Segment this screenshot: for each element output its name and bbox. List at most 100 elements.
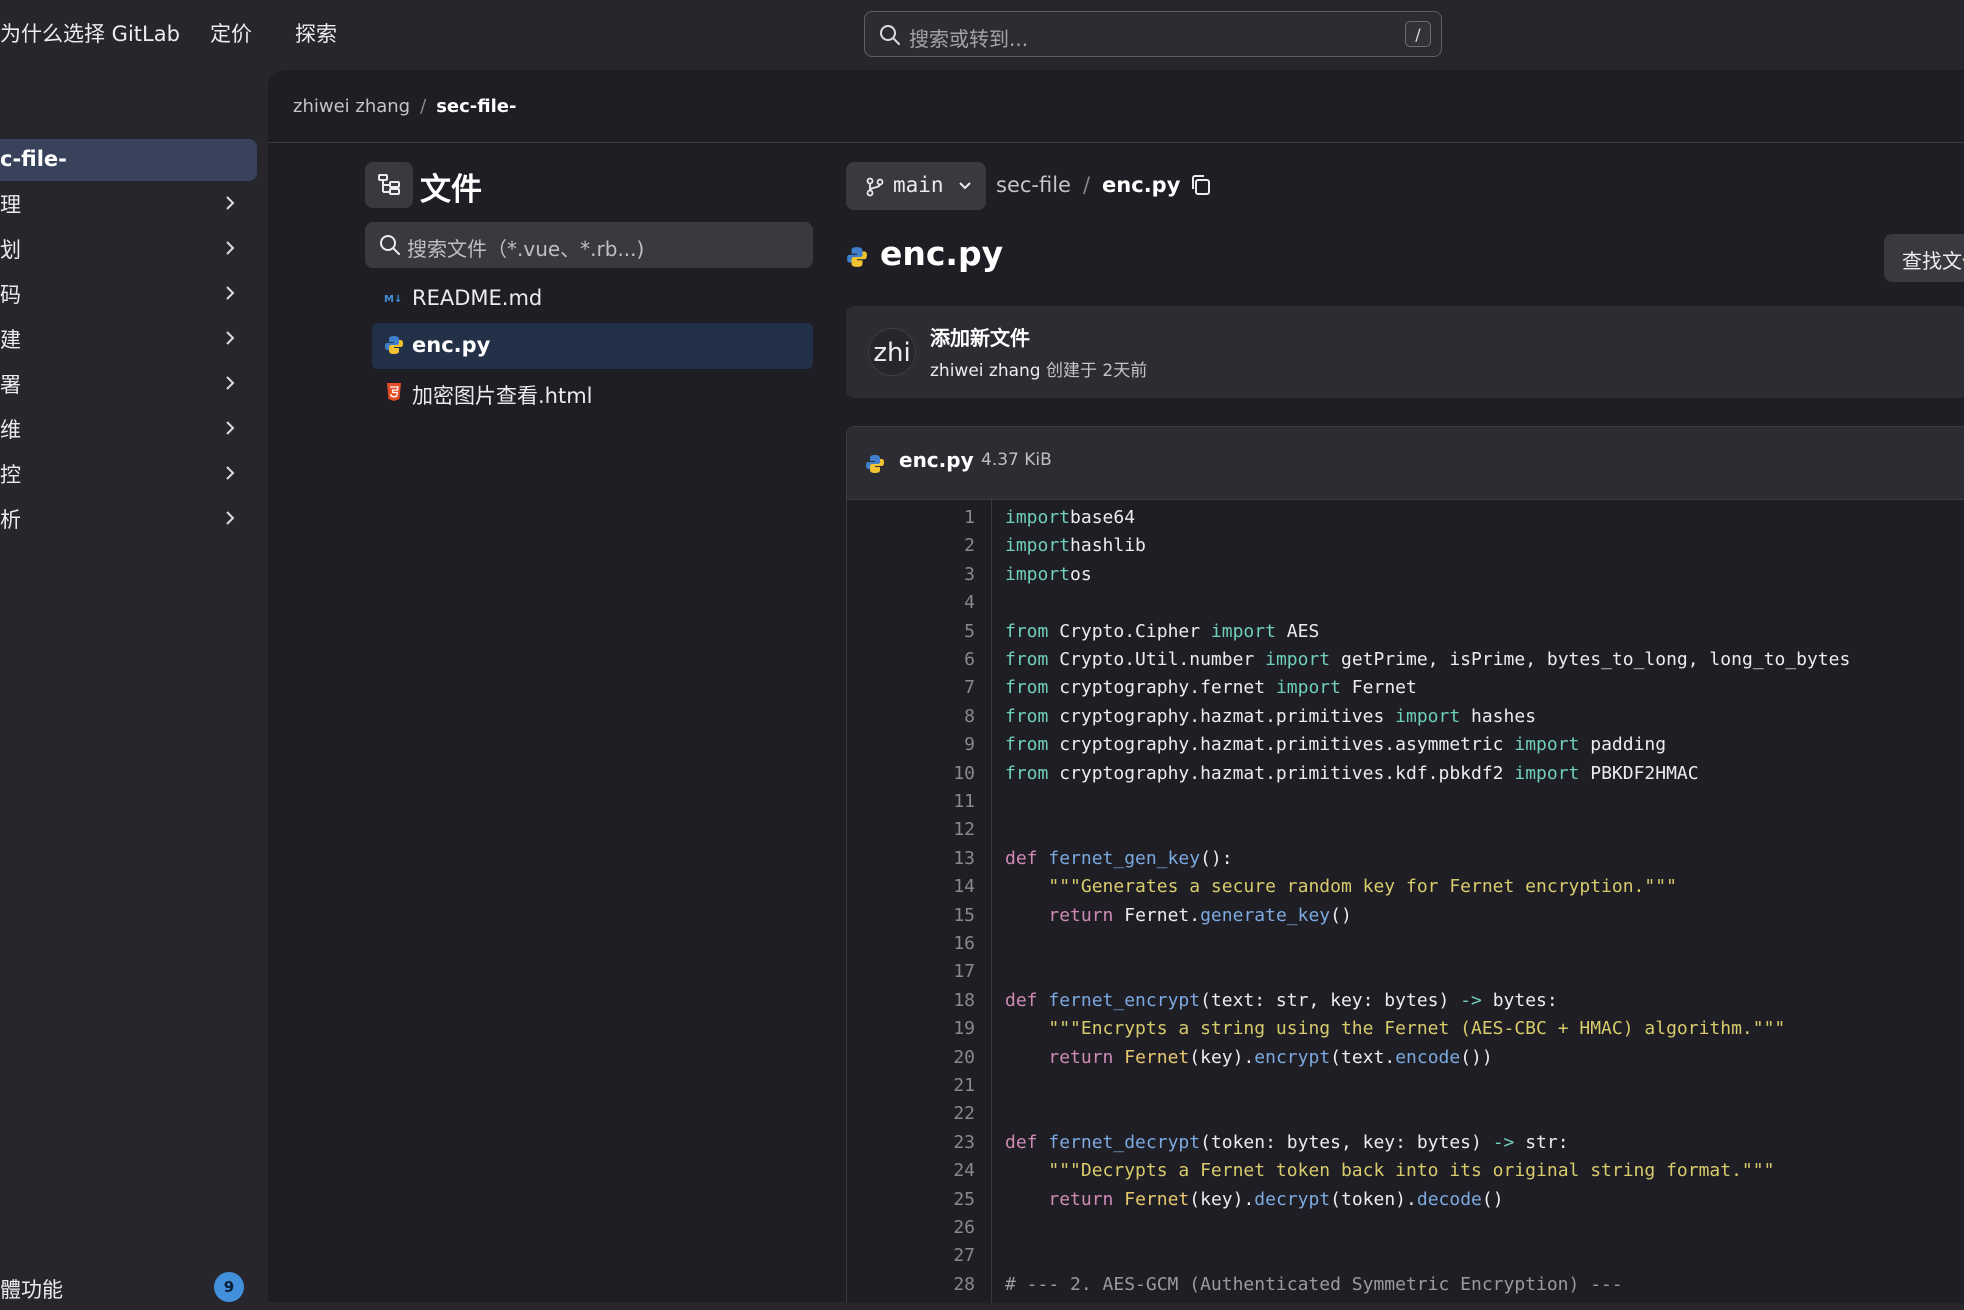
code-token: cryptography.hazmat.primitives [1048, 705, 1396, 727]
line-number[interactable]: 26 [847, 1214, 975, 1242]
line-number[interactable]: 25 [847, 1186, 975, 1214]
branch-selector[interactable]: main [846, 162, 986, 210]
line-number[interactable]: 17 [847, 958, 975, 986]
line-number[interactable]: 20 [847, 1044, 975, 1072]
line-number[interactable]: 10 [847, 760, 975, 788]
line-number[interactable]: 11 [847, 788, 975, 816]
nav-why-gitlab[interactable]: 为什么选择 GitLab [0, 18, 180, 48]
line-number[interactable]: 22 [847, 1100, 975, 1128]
code-text: """Decrypts a Fernet token back into its… [1005, 1157, 1774, 1185]
chevron-right-icon [226, 241, 235, 255]
code-token: from [1005, 762, 1049, 784]
file-search-input[interactable]: 搜索文件（*.vue、*.rb...) [365, 222, 813, 268]
svg-text:M↓: M↓ [384, 294, 402, 305]
code-token: return [1048, 1188, 1114, 1210]
global-search-input[interactable]: 搜索或转到... / [864, 11, 1442, 57]
code-token: getPrime, isPrime, bytes_to_long, long_t… [1330, 649, 1851, 670]
line-number[interactable]: 1 [847, 504, 975, 532]
code-token: decrypt [1254, 1188, 1331, 1210]
line-number[interactable]: 19 [847, 1015, 975, 1043]
code-token: import [1005, 563, 1071, 585]
commit-author[interactable]: zhiwei zhang [930, 361, 1041, 381]
line-number[interactable]: 7 [847, 674, 975, 702]
line-number[interactable]: 8 [847, 703, 975, 731]
code-text: from cryptography.hazmat.primitives.kdf.… [1005, 760, 1699, 788]
breadcrumb-project[interactable]: sec-file- [436, 96, 516, 117]
main-panel: zhiwei zhang / sec-file- 文件 搜索文件（*.vue、*.r… [268, 70, 1964, 1303]
path-root[interactable]: sec-file [996, 173, 1071, 197]
line-number[interactable]: 28 [847, 1271, 975, 1299]
line-number[interactable]: 5 [847, 618, 975, 646]
nav-pricing[interactable]: 定价 [210, 18, 252, 48]
sidebar-item-build[interactable]: 建 [0, 318, 250, 358]
code-line: 4 [847, 589, 1964, 617]
code-line: 14 """Generates a secure random key for … [847, 873, 1964, 901]
line-number[interactable]: 27 [847, 1242, 975, 1270]
code-token: base64 [1070, 507, 1136, 528]
code-viewer[interactable]: 1 importbase64 2 importhashlib 3 importos 4 5 fr… [847, 500, 1964, 1303]
line-number[interactable]: 24 [847, 1157, 975, 1185]
find-file-button[interactable]: 查找文件 [1884, 234, 1964, 282]
line-number[interactable]: 9 [847, 731, 975, 759]
code-text: importhashlib [1005, 532, 1146, 560]
file-tree-item-readme[interactable]: M↓ README.md [372, 276, 813, 322]
sidebar-new-features[interactable]: 體功能 9 [0, 1270, 250, 1310]
chevron-right-icon [226, 196, 235, 210]
file-tree-item-html[interactable]: 加密图片查看.html [372, 370, 813, 416]
code-line: 26 [847, 1214, 1964, 1242]
code-text: def fernet_gen_key(): [1005, 845, 1233, 873]
code-token: Crypto.Util.number [1048, 649, 1266, 670]
line-number[interactable]: 18 [847, 987, 975, 1015]
code-token: import [1005, 535, 1071, 557]
line-number[interactable]: 2 [847, 532, 975, 560]
sidebar-project-item[interactable]: c-file- [0, 139, 257, 181]
commit-title[interactable]: 添加新文件 [930, 322, 1030, 351]
code-token: def [1005, 847, 1038, 869]
nav-explore[interactable]: 探索 [295, 18, 337, 48]
line-number[interactable]: 4 [847, 589, 975, 617]
sidebar-item-monitor[interactable]: 控 [0, 453, 250, 493]
sidebar-item-analyze[interactable]: 析 [0, 498, 250, 538]
code-token: fernet_gen_key [1048, 847, 1201, 869]
code-line: 1 importbase64 [847, 504, 1964, 532]
chevron-right-icon [226, 421, 235, 435]
code-token: decode [1416, 1188, 1482, 1210]
copy-path-icon[interactable] [1190, 174, 1212, 196]
line-number[interactable]: 13 [847, 845, 975, 873]
code-token: fernet_encrypt [1048, 989, 1201, 1011]
avatar[interactable]: zhi [868, 328, 916, 376]
line-number[interactable]: 15 [847, 902, 975, 930]
code-token: from [1005, 677, 1049, 699]
sidebar: c-file- 理 划 码 建 署 维 控 析 體功能 9 [0, 70, 268, 1302]
file-path-breadcrumb: sec-file / enc.py [996, 173, 1180, 197]
sidebar-item-manage[interactable]: 理 [0, 183, 250, 223]
line-number[interactable]: 14 [847, 873, 975, 901]
line-number[interactable]: 16 [847, 930, 975, 958]
code-token: (key). [1189, 1046, 1255, 1068]
chevron-right-icon [226, 466, 235, 480]
code-token: # --- 2. AES-GCM (Authenticated Symmetri… [1005, 1273, 1623, 1295]
sidebar-item-code[interactable]: 码 [0, 273, 250, 313]
file-tree-item-enc-py[interactable]: enc.py [372, 323, 813, 369]
code-line: 15 return Fernet.generate_key() [847, 902, 1964, 930]
sidebar-item-operate[interactable]: 维 [0, 408, 250, 448]
python-icon [866, 455, 884, 473]
breadcrumb-owner[interactable]: zhiwei zhang [293, 96, 410, 117]
line-number[interactable]: 23 [847, 1129, 975, 1157]
line-number[interactable]: 6 [847, 646, 975, 674]
sidebar-item-label: 建 [0, 328, 21, 352]
sidebar-item-deploy[interactable]: 署 [0, 363, 250, 403]
line-number[interactable]: 3 [847, 561, 975, 589]
code-text: return Fernet(key).encrypt(text.encode()… [1005, 1044, 1492, 1072]
file-tree-toggle-button[interactable] [365, 162, 413, 208]
line-number[interactable]: 21 [847, 1072, 975, 1100]
line-number[interactable]: 12 [847, 816, 975, 844]
breadcrumb: zhiwei zhang / sec-file- [293, 96, 516, 117]
sidebar-item-label: 理 [0, 193, 21, 217]
sidebar-item-plan[interactable]: 划 [0, 228, 250, 268]
code-token: encrypt [1254, 1046, 1331, 1068]
